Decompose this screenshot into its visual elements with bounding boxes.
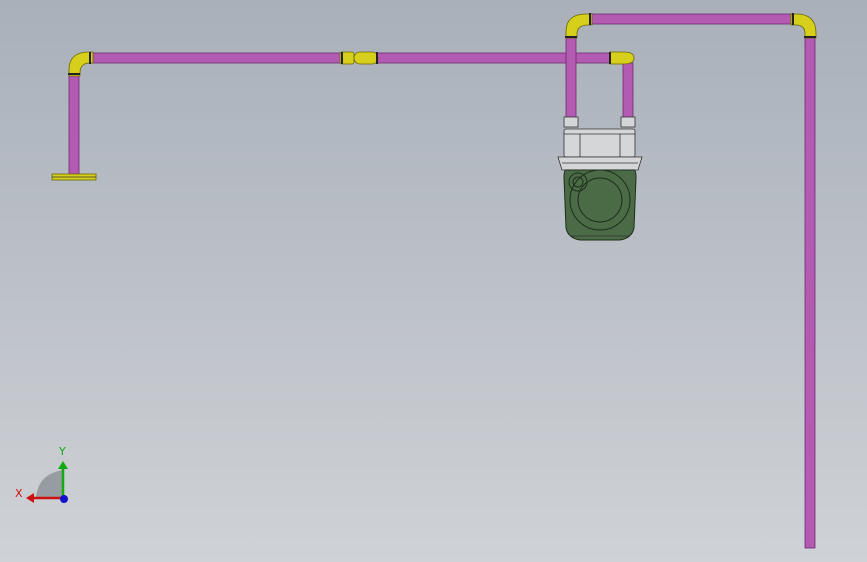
- vertical-pipe-left[interactable]: [68, 73, 80, 175]
- x-axis-label: X: [15, 487, 23, 500]
- pipe-assembly-drawing: X Y: [15, 13, 817, 549]
- meter-riser-right[interactable]: [622, 62, 634, 120]
- horizontal-pipe-main-left[interactable]: [89, 52, 343, 64]
- pipe-runs: [68, 13, 816, 549]
- elbow-fitting-top-left[interactable]: [565, 13, 593, 39]
- cad-viewport[interactable]: X Y: [0, 0, 867, 562]
- meter-head: [563, 128, 636, 158]
- fittings: [51, 13, 817, 181]
- elbow-fitting-top-right[interactable]: [790, 13, 817, 39]
- gas-meter[interactable]: [557, 116, 643, 241]
- axis-triad: X Y: [15, 445, 68, 503]
- meter-riser-left[interactable]: [565, 36, 577, 120]
- elbow-fitting-meter[interactable]: [609, 51, 635, 65]
- horizontal-pipe-top[interactable]: [589, 13, 794, 25]
- vertical-pipe-right[interactable]: [804, 36, 816, 549]
- union-fitting-b[interactable]: [353, 51, 379, 65]
- triad-plane-wedge: [36, 470, 63, 498]
- y-axis-label: Y: [58, 445, 66, 458]
